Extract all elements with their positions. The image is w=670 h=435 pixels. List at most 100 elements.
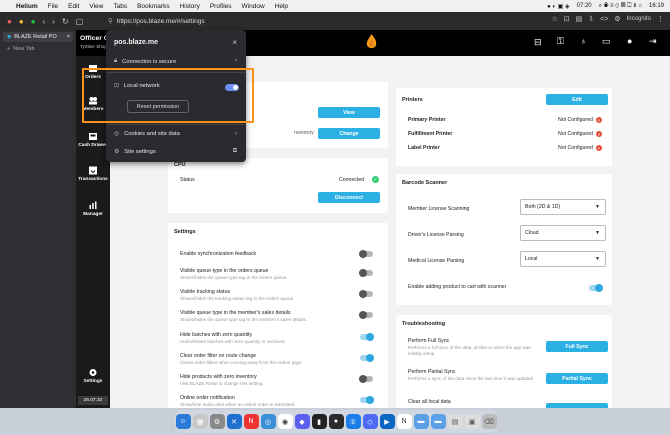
launchpad-icon[interactable]: ▦: [192, 414, 208, 429]
nav-transactions-label: Transactions: [78, 177, 108, 182]
printers-card: Printers Edit Primary Printer Not Config…: [396, 88, 612, 166]
xcode-icon[interactable]: ✕: [226, 414, 242, 429]
nav-cash-drawer[interactable]: Cash Drawer: [76, 132, 110, 148]
menu-tabs[interactable]: Tabs: [113, 3, 127, 10]
more-icon[interactable]: ⋮: [657, 15, 664, 23]
logout-icon[interactable]: ⇥: [649, 36, 657, 47]
scan-icon[interactable]: ⊟: [534, 37, 542, 48]
folder-icon[interactable]: ▬: [430, 414, 446, 429]
setting-toggle[interactable]: [359, 269, 373, 277]
menu-profiles[interactable]: Profiles: [210, 3, 232, 10]
drivers-license-select[interactable]: Cloud ▼: [520, 225, 606, 241]
screenshot-icon[interactable]: ⊡: [564, 15, 570, 23]
status-label: Status: [180, 177, 195, 183]
disconnect-button[interactable]: Disconnect: [318, 192, 380, 203]
star-icon[interactable]: ☆: [552, 15, 558, 23]
trash-icon[interactable]: ⌫: [481, 414, 497, 429]
code-icon[interactable]: <>: [600, 16, 608, 23]
url-text[interactable]: https://pos.blaze.me/#/settings: [117, 18, 205, 25]
partial-sync-button[interactable]: Partial Sync: [546, 373, 608, 384]
back-icon[interactable]: ‹: [43, 17, 46, 26]
view-button[interactable]: View: [318, 107, 380, 118]
setting-toggle[interactable]: [360, 333, 374, 341]
store-name[interactable]: Officer C: [80, 35, 109, 42]
app-icon[interactable]: ◆: [294, 414, 310, 429]
menu-help[interactable]: Help: [275, 3, 288, 10]
news-icon[interactable]: N: [243, 414, 259, 429]
menu-file[interactable]: File: [48, 3, 58, 10]
helium-icon[interactable]: ●: [328, 414, 344, 429]
bell-icon[interactable]: ♁: [580, 36, 587, 46]
status-icons-2[interactable]: ⌕ ◉ ≡ ⊙ ▤ ◫ ⇩ ⌂: [599, 3, 642, 10]
change-button[interactable]: Change: [318, 128, 380, 139]
medical-license-select[interactable]: Local ▼: [520, 251, 606, 267]
settings-icon[interactable]: ⚙: [614, 15, 620, 23]
chrome-icon[interactable]: ◉: [277, 414, 293, 429]
menu-app-name[interactable]: Helium: [16, 3, 38, 10]
site-info-icon[interactable]: ⚲: [108, 17, 113, 25]
setting-toggle[interactable]: [360, 396, 374, 404]
chevron-right-icon[interactable]: ›: [235, 58, 237, 64]
1password-icon[interactable]: ①: [345, 414, 361, 429]
connection-row[interactable]: 🔒︎ Connection is secure: [114, 58, 176, 65]
safari-icon[interactable]: ◎: [260, 414, 276, 429]
close-icon[interactable]: ×: [232, 38, 237, 47]
external-link-icon[interactable]: ⧉: [233, 148, 237, 155]
vscode-icon[interactable]: ◇: [362, 414, 378, 429]
status-icons[interactable]: ● ◐ ▣ ◈: [547, 3, 570, 10]
forward-icon[interactable]: ›: [52, 17, 55, 26]
system-settings-icon[interactable]: ⚙: [209, 414, 225, 429]
setting-sub: Shows/hides the queue type tag in the or…: [180, 275, 288, 280]
full-sync-button[interactable]: Full Sync: [546, 341, 608, 352]
printer-status: Not Configured ×: [558, 145, 602, 151]
download-icon[interactable]: ⇩: [588, 15, 594, 23]
scanner-cart-toggle[interactable]: [589, 284, 603, 292]
tab-close-icon[interactable]: ×: [67, 34, 70, 40]
tab-blaze[interactable]: ◆ BLAZE Retail PO ×: [3, 32, 73, 42]
nav-transactions[interactable]: Transactions: [76, 166, 110, 182]
setting-toggle[interactable]: [359, 250, 373, 258]
image-icon[interactable]: ▣: [464, 414, 480, 429]
incognito-label[interactable]: Incognito: [627, 16, 651, 22]
clock-left: 07:20: [576, 3, 592, 9]
menu-history[interactable]: History: [180, 3, 200, 10]
select-value: Cloud: [525, 230, 539, 236]
notion-icon[interactable]: N: [396, 414, 412, 429]
cookies-row[interactable]: ◎ Cookies and site data: [114, 131, 180, 137]
setting-toggle[interactable]: [359, 311, 373, 319]
edit-printers-button[interactable]: Edit: [546, 94, 608, 105]
member-license-select[interactable]: Both (2D & 1D) ▼: [520, 199, 606, 215]
close-window-icon[interactable]: ●: [7, 17, 12, 26]
setting-sub: Clears order filters when moving away fr…: [180, 360, 302, 365]
setting-toggle[interactable]: [359, 375, 373, 383]
nav-manager[interactable]: Manager: [76, 201, 110, 217]
site-settings-row[interactable]: ⚙ Site settings: [114, 149, 156, 155]
printer-status-text: Not Configured: [558, 131, 593, 137]
chevron-right-icon[interactable]: ›: [235, 131, 237, 137]
preview-icon[interactable]: ▤: [447, 414, 463, 429]
menu-bookmarks[interactable]: Bookmarks: [137, 3, 170, 10]
nav-settings[interactable]: Settings: [76, 368, 110, 384]
terminal-icon[interactable]: ▮: [311, 414, 327, 429]
key-icon[interactable]: ⚿: [557, 36, 564, 47]
barcode-row-label: Medical License Parsing: [408, 258, 465, 264]
finder-icon[interactable]: ☺: [175, 414, 191, 429]
new-tab-button[interactable]: + New Tab: [3, 46, 35, 52]
zoom-icon[interactable]: ▶: [379, 414, 395, 429]
menu-edit[interactable]: Edit: [68, 3, 79, 10]
monitor-icon[interactable]: ▭: [602, 36, 611, 47]
setting-toggle[interactable]: [360, 354, 374, 362]
sidebar-icon[interactable]: ▢: [76, 17, 84, 26]
address-bar[interactable]: ⚲ https://pos.blaze.me/#/settings: [108, 15, 518, 27]
menu-view[interactable]: View: [89, 3, 103, 10]
cpu-card: CPU Status Connected ✓ Disconnect: [168, 158, 388, 213]
menu-window[interactable]: Window: [242, 3, 265, 10]
extensions-icon[interactable]: ▤: [576, 15, 583, 23]
folder-icon[interactable]: ▬: [413, 414, 429, 429]
reload-icon[interactable]: ↻: [62, 17, 69, 26]
minimize-window-icon[interactable]: ●: [19, 17, 24, 26]
user-icon[interactable]: ●: [627, 36, 632, 46]
maximize-window-icon[interactable]: ●: [31, 17, 36, 26]
setting-toggle[interactable]: [359, 290, 373, 298]
select-value: Both (2D & 1D): [525, 204, 561, 210]
